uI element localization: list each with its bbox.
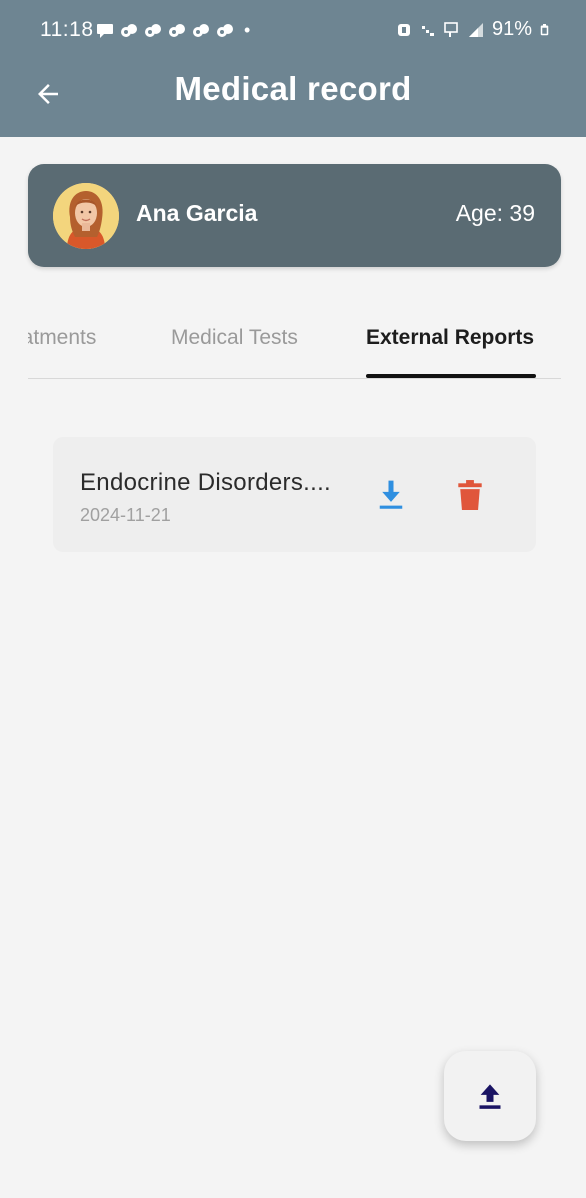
status-bar: 11:18 • 91% [0, 0, 586, 60]
report-title: Endocrine Disorders.... [80, 469, 332, 496]
patient-card: Ana Garcia Age: 39 [28, 164, 561, 267]
screen: 11:18 • 91% Medical record Ana Garcia Ag… [0, 0, 586, 1198]
status-time: 11:18 [40, 18, 94, 41]
download-button[interactable] [373, 477, 409, 513]
app-notification-icon [121, 23, 137, 37]
trash-icon [458, 480, 482, 510]
report-list-item[interactable]: Endocrine Disorders.... 2024-11-21 [53, 437, 536, 552]
wifi-calling-icon [444, 21, 458, 37]
app-notification-icon [217, 23, 233, 37]
battery-percentage: 91% [491, 18, 532, 40]
page-title: Medical record [174, 70, 412, 107]
tab-indicator [366, 374, 536, 378]
patient-age: Age: 39 [455, 200, 535, 226]
app-notification-icon [169, 23, 185, 37]
alarm-icon [397, 23, 410, 36]
avatar [53, 183, 119, 249]
system-icons: 91% [396, 18, 552, 41]
signal-icon [468, 22, 483, 37]
upload-icon [479, 1084, 501, 1109]
battery-icon [540, 23, 549, 35]
notification-icons: • [96, 20, 250, 41]
avatar-image [53, 183, 119, 249]
app-notification-icon [193, 23, 209, 37]
tab-treatments[interactable]: eatments [28, 326, 96, 350]
data-saver-icon [421, 25, 434, 36]
message-icon [97, 23, 113, 38]
tab-bar: eatments Medical Tests External Reports [28, 310, 561, 379]
tab-external-reports[interactable]: External Reports [366, 326, 534, 350]
notification-dot: • [244, 20, 251, 40]
report-date: 2024-11-21 [80, 505, 171, 525]
patient-name: Ana Garcia [136, 200, 258, 226]
delete-button[interactable] [452, 477, 488, 513]
tab-medical-tests[interactable]: Medical Tests [171, 326, 298, 350]
app-bar: 11:18 • 91% Medical record [0, 0, 586, 137]
app-notification-icon [145, 23, 161, 37]
download-icon [379, 480, 403, 509]
upload-button[interactable] [444, 1051, 536, 1141]
